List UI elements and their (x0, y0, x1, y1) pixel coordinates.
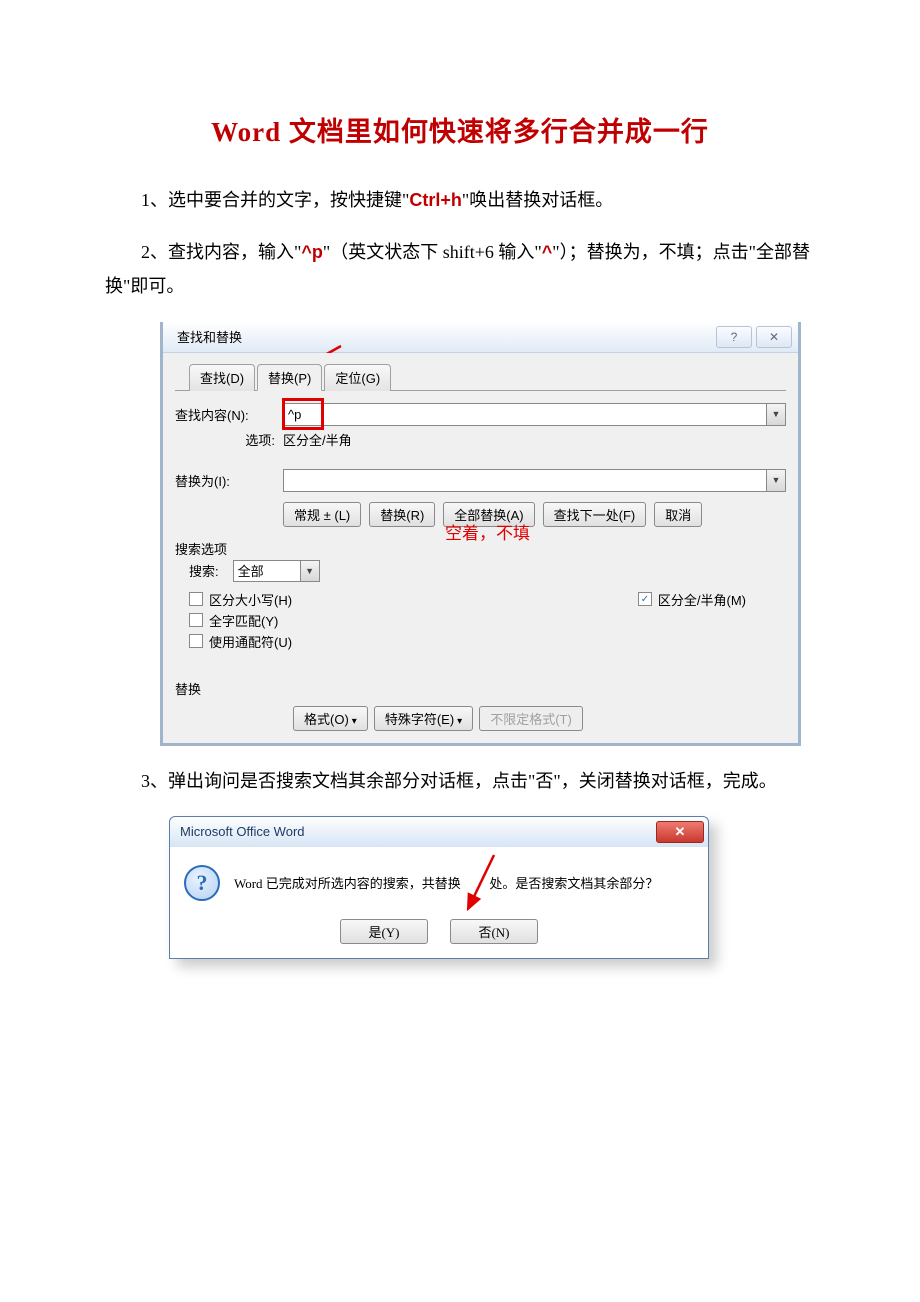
search-scope-row: 搜索: 全部 ▼ (189, 560, 786, 582)
msg-body: ? Word 已完成对所选内容的搜索，共替换 处。是否搜索文档其余部分？ 是(Y… (169, 847, 709, 959)
msg-buttons: 是(Y) 否(N) (184, 919, 694, 944)
no-button[interactable]: 否(N) (450, 919, 538, 944)
options-row: 选项: 区分全/半角 (175, 430, 786, 449)
search-scope-dropdown-icon[interactable]: ▼ (301, 560, 320, 582)
dialog-buttons: 常规 ± (L) 替换(R) 全部替换(A) 查找下一处(F) 取消 (283, 502, 786, 527)
dialog-body: 查找(D) 替换(P) 定位(G) 查找内容(N): ^p ▼ 选项: 区分全/… (163, 353, 798, 743)
tab-replace[interactable]: 替换(P) (257, 364, 322, 391)
replace-all-button[interactable]: 全部替换(A) (443, 502, 534, 527)
special-button[interactable]: 特殊字符(E) (374, 706, 473, 731)
find-label: 查找内容(N): (175, 405, 283, 424)
chk-whole[interactable] (189, 613, 203, 627)
nofmt-button[interactable]: 不限定格式(T) (479, 706, 583, 731)
chk-fullhalf-label: 区分全/半角(M) (658, 590, 746, 609)
tab-goto[interactable]: 定位(G) (324, 364, 391, 391)
cancel-button[interactable]: 取消 (654, 502, 702, 527)
chk-wildcard-label: 使用通配符(U) (209, 632, 292, 651)
p1-lead: 1、选中要合并的文字，按快捷键" (141, 190, 409, 210)
caret-text: ^ (542, 242, 553, 262)
find-replace-dialog: 查找和替换 ? ✕ 查找(D) 替换(P) 定位(G) 查找内容(N): ^p … (160, 322, 801, 746)
find-input[interactable]: ^p (283, 403, 767, 426)
chk-case-row: 区分大小写(H) (189, 590, 292, 609)
p2-lead: 2、查找内容，输入" (141, 242, 301, 262)
doc-title: Word 文档里如何快速将多行合并成一行 (105, 110, 815, 149)
right-options: ✓ 区分全/半角(M) (638, 588, 746, 653)
format-row: 格式(O) 特殊字符(E) 不限定格式(T) (293, 706, 786, 731)
left-options: 区分大小写(H) 全字匹配(Y) 使用通配符(U) (175, 588, 292, 653)
chk-wildcard[interactable] (189, 634, 203, 648)
close-button[interactable]: ✕ (756, 326, 792, 348)
replace-button[interactable]: 替换(R) (369, 502, 435, 527)
search-scope-select[interactable]: 全部 (233, 560, 301, 582)
options-label: 选项: (175, 430, 283, 449)
tab-find[interactable]: 查找(D) (189, 364, 255, 391)
hotkey-text: Ctrl+h (409, 190, 462, 210)
paragraph-1: 1、选中要合并的文字，按快捷键"Ctrl+h"唤出替换对话框。 (105, 183, 815, 217)
replacewith-input[interactable] (283, 469, 767, 492)
document-page: Word 文档里如何快速将多行合并成一行 1、选中要合并的文字，按快捷键"Ctr… (0, 0, 920, 1302)
chk-whole-label: 全字匹配(Y) (209, 611, 278, 630)
find-row: 查找内容(N): ^p ▼ (175, 403, 786, 426)
replacewith-dropdown-icon[interactable]: ▼ (767, 469, 786, 492)
code-text: ^p (301, 242, 323, 262)
chk-fullhalf-row: ✓ 区分全/半角(M) (638, 590, 746, 609)
chk-fullhalf[interactable]: ✓ (638, 592, 652, 606)
find-next-button[interactable]: 查找下一处(F) (543, 502, 647, 527)
find-dropdown-icon[interactable]: ▼ (767, 403, 786, 426)
help-button[interactable]: ? (716, 326, 752, 348)
search-label: 搜索: (189, 561, 219, 580)
msg-close-button[interactable]: ✕ (656, 821, 704, 843)
replacewith-row: 替换为(I): ▼ (175, 469, 786, 492)
yes-button[interactable]: 是(Y) (340, 919, 428, 944)
normal-button[interactable]: 常规 ± (L) (283, 502, 361, 527)
message-dialog: Microsoft Office Word ✕ ? Word 已完成对所选内容的… (169, 816, 709, 959)
option-group: 区分大小写(H) 全字匹配(Y) 使用通配符(U) ✓ (175, 588, 786, 653)
format-button[interactable]: 格式(O) (293, 706, 368, 731)
msg-content: ? Word 已完成对所选内容的搜索，共替换 处。是否搜索文档其余部分？ (184, 865, 694, 901)
msg-after: 处。是否搜索文档其余部分？ (489, 876, 658, 891)
dialog-tabs: 查找(D) 替换(P) 定位(G) (175, 363, 786, 391)
msg-titlebar: Microsoft Office Word ✕ (169, 816, 709, 847)
p1-tail: "唤出替换对话框。 (462, 190, 613, 210)
replacewith-label: 替换为(I): (175, 471, 283, 490)
paragraph-2: 2、查找内容，输入"^p"（英文状态下 shift+6 输入"^"）；替换为，不… (105, 235, 815, 303)
dialog-title-text: 查找和替换 (177, 327, 242, 346)
chk-case[interactable] (189, 592, 203, 606)
replace-section-label: 替换 (175, 679, 786, 698)
paragraph-3: 3、弹出询问是否搜索文档其余部分对话框，点击"否"，关闭替换对话框，完成。 (105, 764, 815, 798)
dialog-titlebar: 查找和替换 ? ✕ (163, 322, 798, 353)
chk-whole-row: 全字匹配(Y) (189, 611, 292, 630)
window-buttons: ? ✕ (716, 326, 792, 348)
msg-text: Word 已完成对所选内容的搜索，共替换 处。是否搜索文档其余部分？ (234, 873, 658, 892)
p2-mid: "（英文状态下 shift+6 输入" (323, 242, 542, 262)
chk-case-label: 区分大小写(H) (209, 590, 292, 609)
search-options: 搜索选项 搜索: 全部 ▼ 区分大小写(H) 全字匹配(Y) (175, 539, 786, 653)
search-scope-value: 全部 (238, 561, 264, 580)
search-options-label: 搜索选项 (175, 539, 786, 558)
chk-wildcard-row: 使用通配符(U) (189, 632, 292, 651)
options-value: 区分全/半角 (283, 430, 352, 449)
msg-before: Word 已完成对所选内容的搜索，共替换 (234, 876, 461, 891)
question-icon: ? (184, 865, 220, 901)
find-value: ^p (288, 407, 301, 422)
msg-title-text: Microsoft Office Word (180, 824, 305, 839)
